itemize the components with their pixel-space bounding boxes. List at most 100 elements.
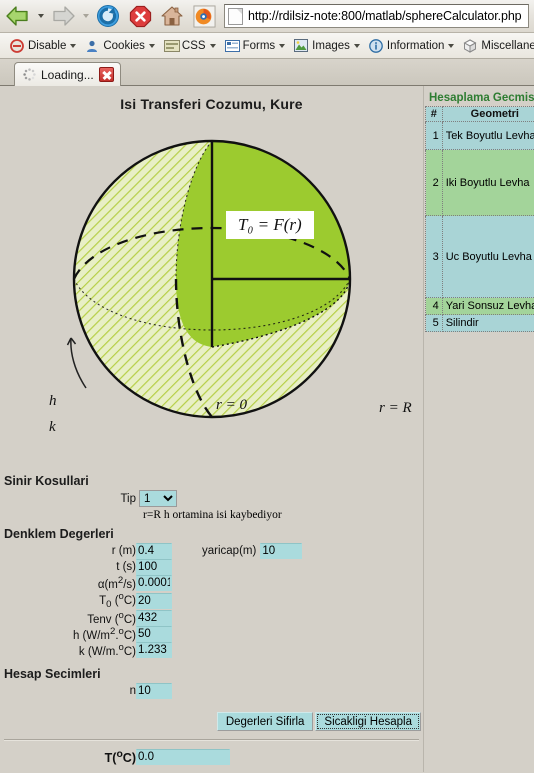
field-label-k: k (W/m.oC) <box>78 642 136 659</box>
reload-button[interactable] <box>93 2 123 30</box>
n-input[interactable] <box>136 683 172 700</box>
table-row[interactable]: 2 Iki Boyutlu Levha 5 <box>425 149 534 216</box>
back-history-dropdown[interactable] <box>35 2 46 30</box>
cookies-icon <box>85 39 99 53</box>
calculate-button[interactable]: Sicakligi Hesapla <box>315 712 421 732</box>
calculator-content: Isi Transferi Cozumu, Kure r = 0 r = R h… <box>0 86 424 772</box>
field-input-h[interactable] <box>136 626 172 643</box>
history-col-num: # <box>425 106 443 122</box>
devtool-miscellaneous[interactable]: Miscellaneous <box>459 35 534 57</box>
firefox-icon <box>192 4 216 28</box>
home-button[interactable] <box>157 2 187 30</box>
table-row[interactable]: 4 Yari Sonsuz Levha - <box>425 297 534 315</box>
css-icon <box>163 39 180 53</box>
devtool-information[interactable]: Information <box>365 35 459 57</box>
devtool-forms[interactable]: Forms <box>221 35 290 57</box>
devtool-cookies[interactable]: Cookies <box>81 35 159 57</box>
images-icon <box>294 38 309 53</box>
chevron-down-icon <box>209 43 216 48</box>
tab-loading[interactable]: Loading... <box>14 62 121 86</box>
chevron-down-icon <box>448 43 455 48</box>
field-row-r: r (m) yaricap(m) <box>0 543 423 559</box>
forward-button <box>48 2 78 30</box>
tip-row: Tip 1 <box>110 490 423 507</box>
back-button[interactable] <box>3 2 33 30</box>
home-icon <box>161 6 183 26</box>
devtool-disable-label: Disable <box>28 39 67 52</box>
field-input-t[interactable] <box>136 559 172 575</box>
information-icon <box>369 38 383 53</box>
forward-arrow-icon <box>53 6 75 26</box>
equation-text: T₀ = F(r) <box>238 215 302 234</box>
table-row[interactable]: 3 Uc Boyutlu Levha 1 <box>425 215 534 298</box>
field-input-k[interactable] <box>136 642 172 659</box>
tab-strip: Loading... <box>0 59 534 86</box>
result-label: T(oC) <box>104 749 136 766</box>
row-num: 5 <box>425 314 443 332</box>
firefox-button[interactable] <box>189 2 219 30</box>
divider <box>4 739 419 742</box>
field-label-r: r (m) <box>111 545 136 557</box>
label-r-zero: r = 0 <box>216 397 247 413</box>
field-row-tenv: Tenv (oC) <box>0 610 423 627</box>
browser-chrome: http://rdilsiz-note:800/matlab/sphereCal… <box>0 0 534 86</box>
field-input-t0[interactable] <box>136 592 172 609</box>
forms-icon <box>224 39 240 53</box>
history-panel: Hesaplama Gecmisi T # Geometri T 1 Tek B… <box>425 86 534 772</box>
page-viewport: Isi Transferi Cozumu, Kure r = 0 r = R h… <box>0 86 534 772</box>
sphere-svg: r = 0 r = R h k <box>49 139 412 435</box>
disable-icon <box>10 38 24 53</box>
field-input-alpha[interactable] <box>136 575 172 591</box>
row-geometry: Iki Boyutlu Levha <box>441 149 534 216</box>
field-input-r[interactable] <box>136 543 172 559</box>
navigation-toolbar: http://rdilsiz-note:800/matlab/sphereCal… <box>0 0 534 33</box>
row-geometry: Uc Boyutlu Levha <box>441 215 534 298</box>
url-text: http://rdilsiz-note:800/matlab/sphereCal… <box>248 9 522 23</box>
history-table: # Geometri T 1 Tek Boyutlu Levha 1 2 Iki… <box>425 106 534 332</box>
field-input-tenv[interactable] <box>136 610 172 627</box>
calc-options-heading: Hesap Secimleri <box>4 667 101 682</box>
field-row-h: h (W/m2.oC) <box>0 626 423 643</box>
boundary-conditions-heading: Sinir Kosullari <box>4 474 89 488</box>
result-row: T(oC) <box>0 749 423 765</box>
field-row-t0: T0 (oC) <box>0 591 423 610</box>
reload-icon <box>97 5 119 27</box>
row-geometry: Silindir <box>441 314 534 332</box>
devtool-information-label: Information <box>386 39 445 52</box>
table-row[interactable]: 5 Silindir 1 <box>425 314 534 332</box>
field-label-tenv: Tenv (oC) <box>87 610 136 627</box>
stop-icon <box>129 5 151 27</box>
figure-title: Isi Transferi Cozumu, Kure <box>120 96 303 112</box>
result-input[interactable] <box>136 749 230 766</box>
loading-spinner-icon <box>23 68 36 81</box>
history-title: Hesaplama Gecmisi T <box>429 92 534 104</box>
row-num: 2 <box>425 149 443 216</box>
devtool-css[interactable]: CSS <box>160 35 220 57</box>
stop-button[interactable] <box>125 2 155 30</box>
row-num: 4 <box>425 297 443 315</box>
field-row-k: k (W/m.oC) <box>0 642 423 659</box>
history-body: 1 Tek Boyutlu Levha 1 2 Iki Boyutlu Levh… <box>425 121 534 332</box>
reset-button[interactable]: Degerleri Sifirla <box>216 712 314 732</box>
tab-close-icon[interactable] <box>98 67 114 82</box>
radius-label: yaricap(m) <box>202 545 257 557</box>
boundary-note: r=R h ortamina isi kaybediyor <box>143 509 282 521</box>
devtool-css-label: CSS <box>181 39 206 52</box>
address-bar[interactable]: http://rdilsiz-note:800/matlab/sphereCal… <box>224 4 529 28</box>
label-k-conductivity: k <box>49 419 56 435</box>
devtool-disable[interactable]: Disable <box>6 35 80 57</box>
history-header-row: # Geometri T <box>425 106 534 122</box>
table-row[interactable]: 1 Tek Boyutlu Levha 1 <box>425 121 534 150</box>
chevron-down-icon <box>70 43 77 48</box>
chevron-down-icon <box>148 43 155 48</box>
devtool-images[interactable]: Images <box>290 35 364 57</box>
developer-toolbar: Disable Cookies CSS Forms Images Informa… <box>0 33 534 59</box>
label-h-coefficient: h <box>49 393 57 409</box>
field-label-t0: T0 (oC) <box>99 591 136 611</box>
radius-input[interactable] <box>260 543 303 559</box>
n-label: n <box>129 685 136 698</box>
equation-values-heading: Denklem Degerleri <box>4 527 114 541</box>
tip-select[interactable]: 1 <box>139 490 177 507</box>
back-arrow-icon <box>6 6 28 26</box>
n-row: n <box>0 683 423 700</box>
